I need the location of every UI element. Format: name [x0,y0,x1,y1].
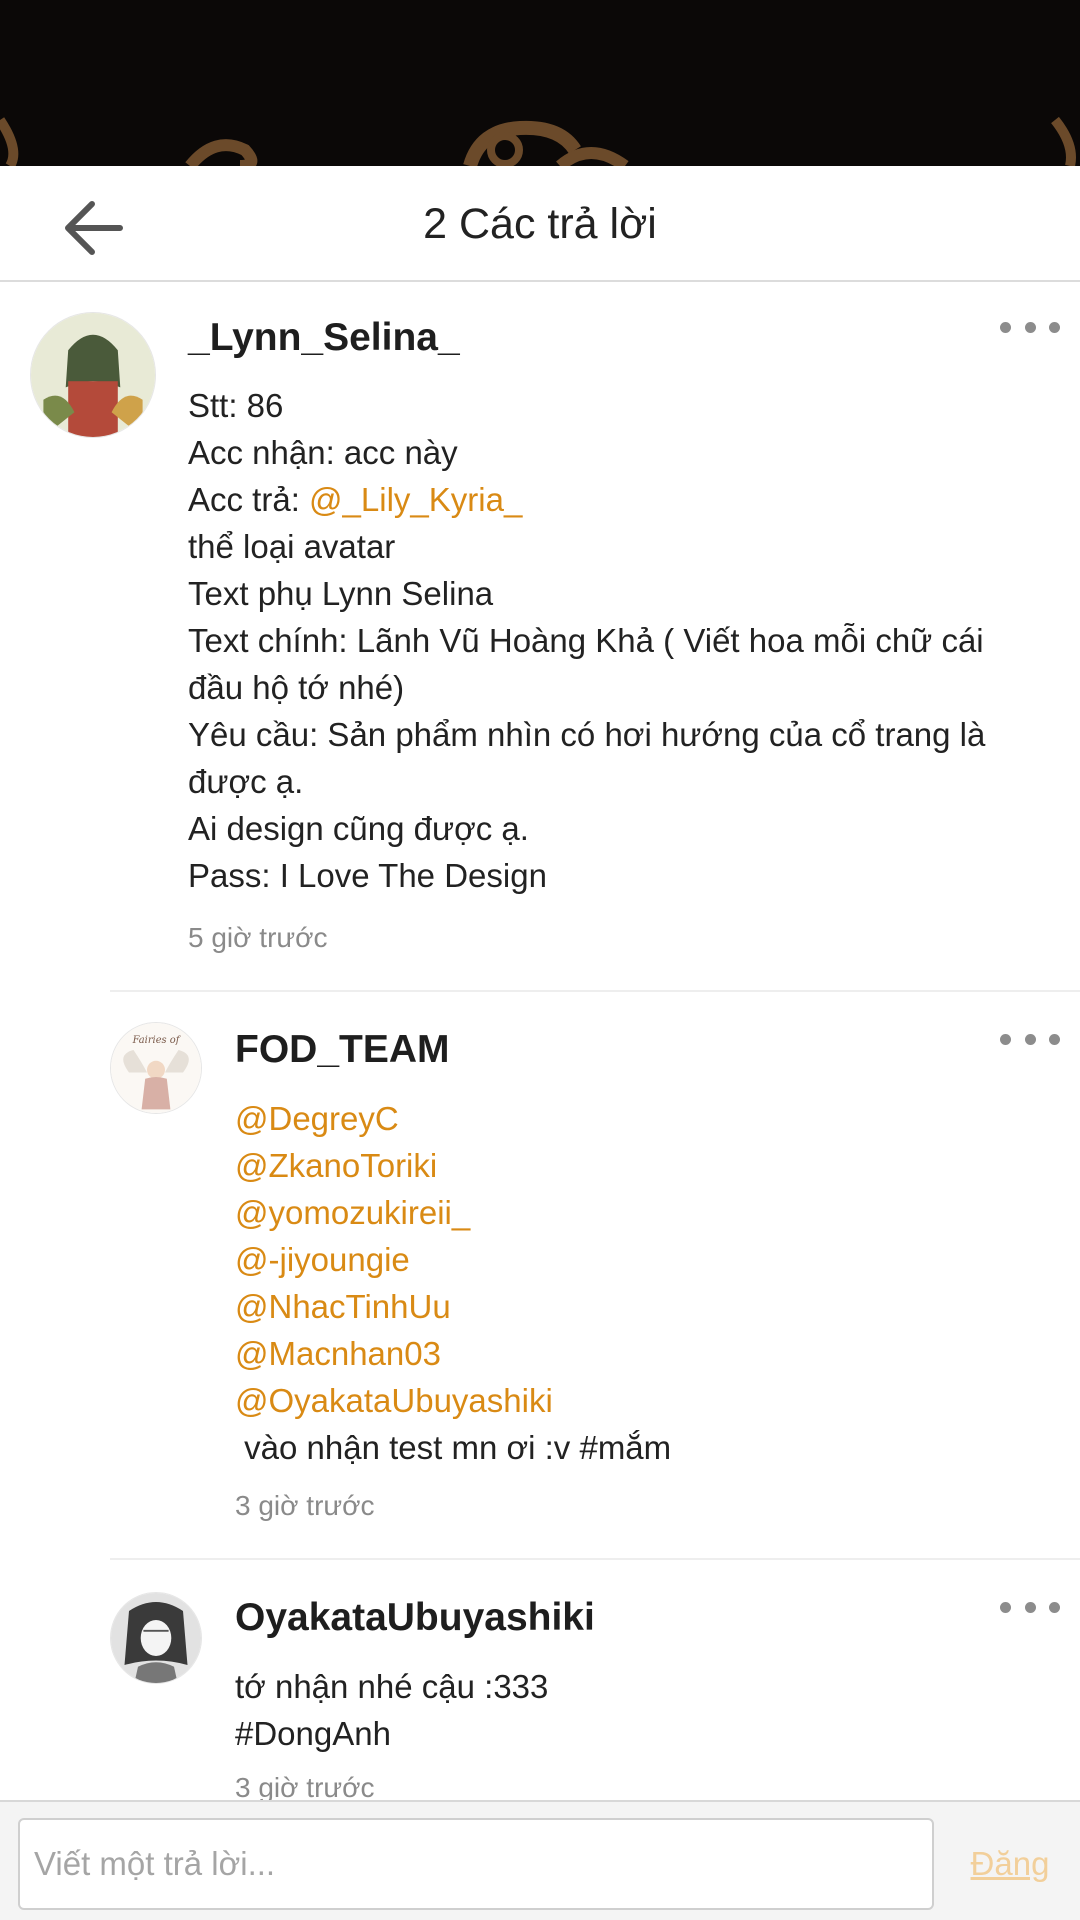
comment-line: đầu hộ tớ nhé) [188,669,405,706]
avatar-lynn-selina [31,313,155,437]
more-dot-icon [1024,321,1036,333]
comment-line: Text phụ Lynn Selina [188,575,494,612]
more-dot-icon [1049,321,1060,333]
comment-body: tớ nhận nhé cậu :333 #DongAnh [235,1663,548,1757]
avatar-oyakata [111,1593,201,1683]
comment-line: Acc nhận: acc này [188,434,458,471]
cover-image [0,0,1080,166]
reply-bar: Đăng [0,1800,1080,1920]
comment-username[interactable]: _Lynn_Selina_ [188,316,460,360]
comment-line: vào nhận test mn ơi :v #mắm [235,1429,672,1466]
mention-link[interactable]: @_Lily_Kyria_ [309,481,522,518]
comment-timestamp: 3 giờ trước [235,1772,375,1800]
comment-line-text: Acc trả: [188,481,310,518]
more-dot-icon [1024,1601,1036,1613]
mention-link[interactable]: @yomozukireii_ [235,1189,671,1236]
mention-link[interactable]: @-jiyoungie [235,1236,671,1283]
comment-username[interactable]: OyakataUbuyashiki [235,1596,595,1640]
more-options-button[interactable] [1000,1024,1060,1054]
comment-timestamp: 3 giờ trước [235,1490,375,1521]
reply-item: Fairies of FOD_TEAM @DegreyC @ZkanoTorik… [0,992,1080,1560]
more-dot-icon [1000,321,1011,333]
svg-text:Fairies of: Fairies of [132,1035,182,1046]
comment-line: Pass: I Love The Design [188,857,547,894]
post-button[interactable]: Đăng [950,1818,1070,1910]
comment-username[interactable]: FOD_TEAM [235,1028,450,1072]
avatar[interactable] [30,312,156,438]
mention-link[interactable]: @NhacTinhUu [235,1283,671,1330]
page-title: 2 Các trả lời [423,200,657,248]
mention-link[interactable]: @OyakataUbuyashiki [235,1377,671,1424]
reply-item: OyakataUbuyashiki tớ nhận nhé cậu :333 #… [0,1560,1080,1800]
comment-line: Text chính: Lãnh Vũ Hoàng Khả ( Viết hoa… [188,622,984,659]
cover-ornament [0,116,1076,166]
comment-line: #DongAnh [235,1715,391,1752]
more-dot-icon [1049,1601,1060,1613]
avatar[interactable] [110,1592,202,1684]
comment-item: _Lynn_Selina_ Stt: 86 Acc nhận: acc này … [0,282,1080,992]
comment-line: Yêu cầu: Sản phẩm nhìn có hơi hướng của … [188,716,986,753]
comment-body: Stt: 86 Acc nhận: acc này Acc trả: @_Lil… [188,382,985,899]
more-options-button[interactable] [1000,1592,1060,1622]
avatar[interactable]: Fairies of [110,1022,202,1114]
comment-line: tớ nhận nhé cậu :333 [235,1668,549,1705]
more-dot-icon [1000,1601,1011,1613]
comment-line: được ạ. [188,763,304,800]
comment-line: Ai design cũng được ạ. [188,810,529,847]
comment-line: thể loại avatar [188,528,396,565]
replies-header: 2 Các trả lời [0,166,1080,282]
mention-link[interactable]: @Macnhan03 [235,1330,671,1377]
more-dot-icon [1049,1033,1060,1045]
avatar-fod-team: Fairies of [111,1023,201,1113]
more-options-button[interactable] [1000,312,1060,342]
comment-line: Acc trả: @_Lily_Kyria_ [188,476,985,523]
comment-line: Stt: 86 [188,387,284,424]
more-dot-icon [1000,1033,1011,1045]
comment-body: @DegreyC @ZkanoToriki @yomozukireii_ @-j… [235,1095,671,1471]
mention-link[interactable]: @ZkanoToriki [235,1142,671,1189]
comment-timestamp: 5 giờ trước [188,922,328,953]
more-dot-icon [1024,1033,1036,1045]
reply-input[interactable] [18,1818,934,1910]
mention-link[interactable]: @DegreyC [235,1095,671,1142]
